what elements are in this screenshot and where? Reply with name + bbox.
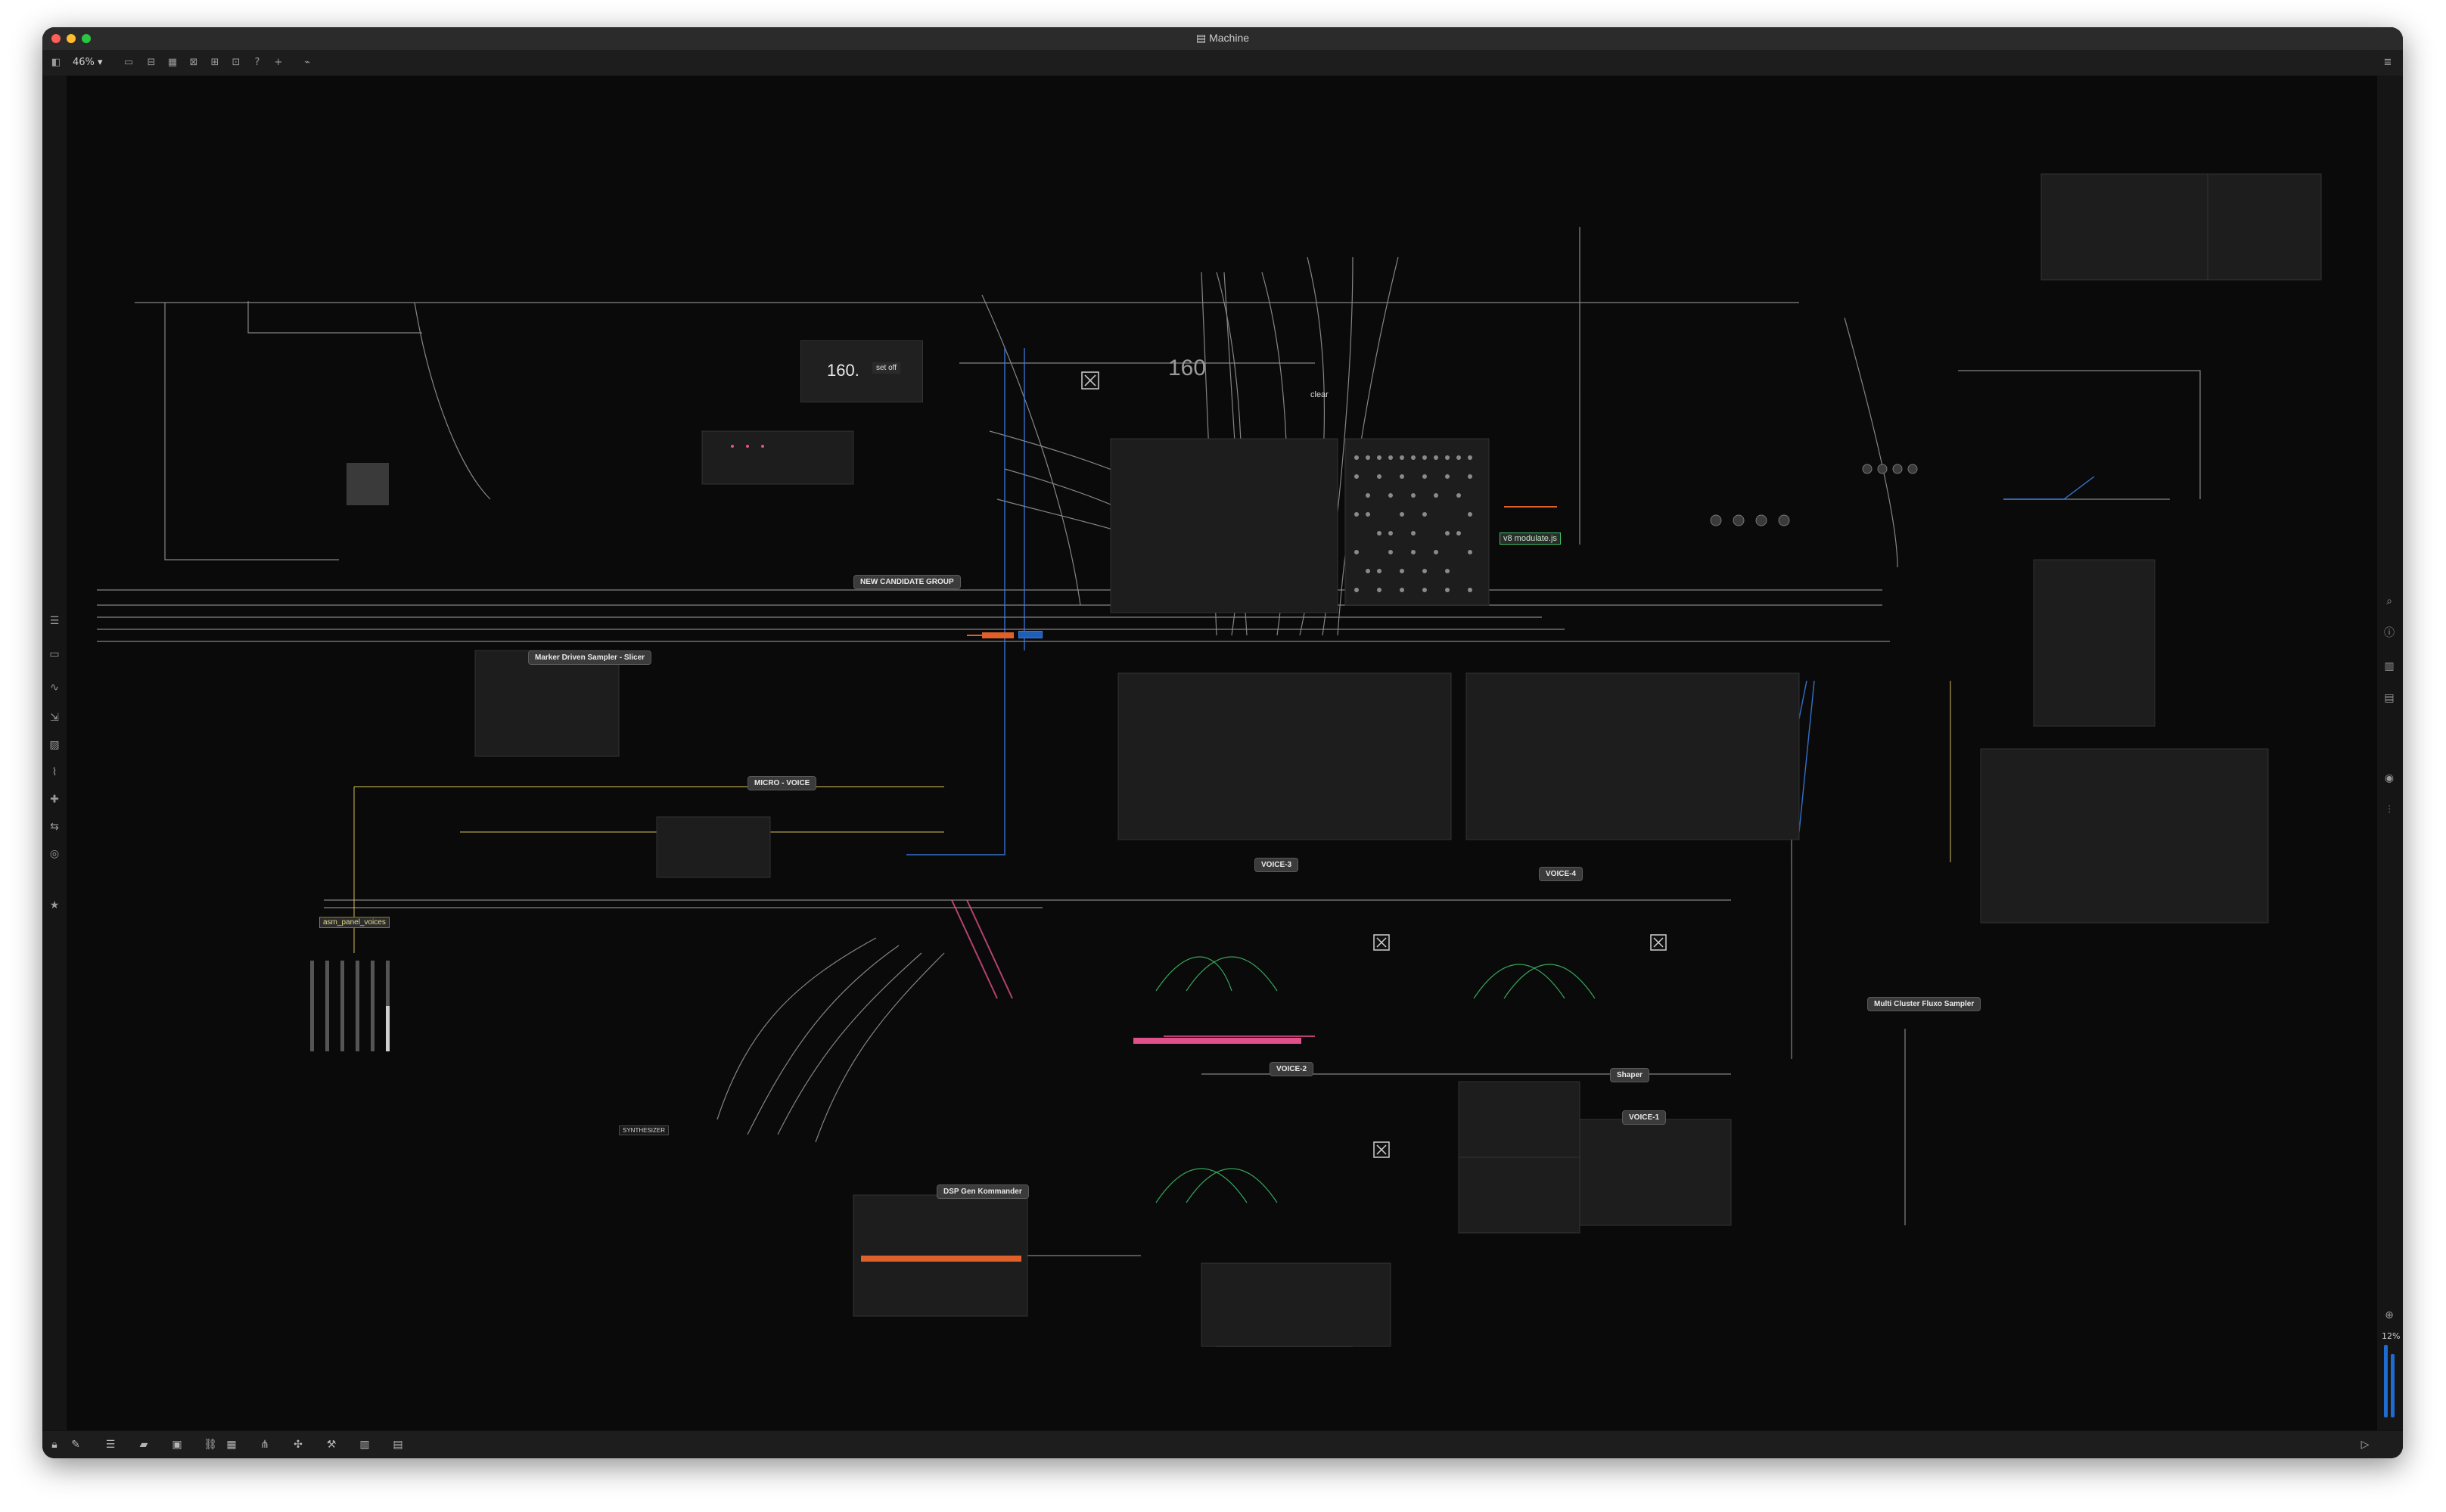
lock-icon[interactable]: ⊡ — [228, 56, 244, 70]
link-icon[interactable]: ⛓ — [203, 1438, 218, 1451]
comment-voice-4: VOICE-4 — [1539, 867, 1584, 881]
orange-bar-object[interactable] — [861, 1256, 1021, 1262]
plus-icon[interactable]: ⊕ — [2382, 1309, 2396, 1322]
play-icon[interactable]: ▷ — [2357, 1438, 2373, 1451]
orange-object[interactable] — [982, 632, 1014, 638]
zoom-icon[interactable]: ⇲ — [48, 711, 61, 725]
blue-object[interactable] — [1018, 631, 1043, 638]
keyboard-icon[interactable]: ▤ — [390, 1438, 406, 1451]
titlebar: ▤ Machine — [42, 27, 2403, 51]
bpm-number[interactable]: 160. — [827, 361, 859, 380]
comment-voice-1: VOICE-1 — [1622, 1110, 1667, 1125]
level-meter-right — [2391, 1354, 2395, 1417]
add-icon[interactable]: + — [271, 56, 286, 70]
lock-icon[interactable]: 🔒︎ — [47, 1438, 62, 1451]
sidebar-icon[interactable]: ◧ — [48, 56, 64, 70]
swap-icon[interactable]: ⇆ — [48, 820, 61, 834]
sliders-icon[interactable]: ⫶ — [2382, 803, 2396, 817]
image-icon[interactable]: ▨ — [48, 738, 61, 752]
level-meter-left — [2384, 1345, 2388, 1417]
piano-icon[interactable]: ▥ — [357, 1438, 372, 1451]
app-window: ▤ Machine ◧ 46% ▾ ▭ ⊟ ▦ ⊠ ⊞ ⊡ ? + ⌁ ≣ ☰ … — [42, 27, 2403, 1458]
statusbar: 🔒︎ ✎ ☰ ▰ ▣ ⛓ ▦ ⋔ ✣ ⚒ ▥ ▤ ▷ — [42, 1430, 2403, 1458]
info-icon[interactable]: ⓘ — [2382, 626, 2396, 640]
library-icon[interactable]: ▤ — [2382, 691, 2396, 705]
wrench-icon[interactable]: ⚒ — [324, 1438, 339, 1451]
debug-icon[interactable]: ✣ — [291, 1438, 306, 1451]
layers-icon[interactable]: ◎ — [48, 847, 61, 861]
clear-message[interactable]: clear — [1307, 390, 1332, 400]
patcher-canvas[interactable]: 160. set off 160 clear NEW CANDIDATE GRO… — [67, 76, 2377, 1431]
comment-voice-3: VOICE-3 — [1254, 858, 1299, 872]
list-icon[interactable]: ☰ — [103, 1438, 118, 1451]
console-icon[interactable]: ▣ — [169, 1438, 185, 1451]
puzzle-icon[interactable]: ✚ — [48, 793, 61, 806]
edit-icon[interactable]: ✎ — [68, 1438, 83, 1451]
zoom-select[interactable]: 46% ▾ — [73, 57, 103, 68]
waveform-icon[interactable]: ∿ — [48, 681, 61, 694]
book-icon[interactable]: ▥ — [2382, 660, 2396, 673]
clip-icon[interactable]: ⌇ — [48, 765, 61, 779]
chat-icon[interactable]: ▰ — [136, 1438, 151, 1451]
help-icon[interactable]: ? — [250, 56, 265, 70]
plug-icon[interactable]: ⌁ — [300, 56, 315, 70]
comment-marker-driven-sampler: Marker Driven Sampler - Slicer — [528, 650, 652, 665]
comment-new-candidate-group: NEW CANDIDATE GROUP — [853, 575, 961, 589]
camera-icon[interactable]: ◉ — [2382, 772, 2396, 785]
star-icon[interactable]: ★ — [48, 899, 61, 912]
comment-micro-voice: MICRO - VOICE — [747, 776, 817, 790]
document-icon: ▤ — [1195, 32, 1207, 44]
menu-icon[interactable]: ≣ — [2380, 56, 2395, 70]
grid-icon[interactable]: ▦ — [224, 1438, 239, 1451]
asm-panel-voices-object[interactable]: asm_panel_voices — [319, 917, 390, 928]
patch-cords — [97, 173, 2322, 1347]
bpm-display-panel: 160. set off — [800, 340, 923, 402]
left-sidebar: ☰ ▭ ∿ ⇲ ▨ ⌇ ✚ ⇆ ◎ ★ — [42, 76, 67, 1431]
right-sidebar: ⌕ ⓘ ▥ ▤ ◉ ⫶ ⊕ 12% ⏻ — [2377, 76, 2403, 1442]
comment-voice-2: VOICE-2 — [1270, 1062, 1314, 1076]
list-icon[interactable]: ☰ — [48, 614, 61, 628]
comment-icon[interactable]: ▦ — [165, 56, 180, 70]
comment-dsp-gen-kommander: DSP Gen Kommander — [937, 1184, 1029, 1199]
present-icon[interactable]: ▭ — [121, 56, 136, 70]
bpm-large-display: 160 — [1168, 355, 1207, 380]
canvas-zoom-percent: 12% — [2382, 1331, 2401, 1341]
toolbar: ◧ 46% ▾ ▭ ⊟ ▦ ⊠ ⊞ ⊡ ? + ⌁ ≣ — [42, 50, 2403, 76]
comment-shaper: Shaper — [1610, 1068, 1649, 1082]
comment-multi-cluster-fluxo: Multi Cluster Fluxo Sampler — [1867, 997, 1981, 1011]
pink-bus-object[interactable] — [1133, 1038, 1301, 1044]
set-off-toggle[interactable]: set off — [872, 362, 901, 374]
synthesizer-label: SYNTHESIZER — [619, 1125, 670, 1135]
patch-icon[interactable]: ⊟ — [144, 56, 159, 70]
window-title: ▤ Machine — [1195, 32, 1250, 44]
inspector-icon[interactable]: ▭ — [48, 647, 61, 661]
search-icon[interactable]: ⌕ — [2382, 595, 2396, 608]
grid-icon[interactable]: ⊞ — [207, 56, 222, 70]
close-icon[interactable]: ⊠ — [186, 56, 201, 70]
v8-modulate-object[interactable]: v8 modulate.js — [1500, 532, 1561, 545]
tree-icon[interactable]: ⋔ — [257, 1438, 272, 1451]
